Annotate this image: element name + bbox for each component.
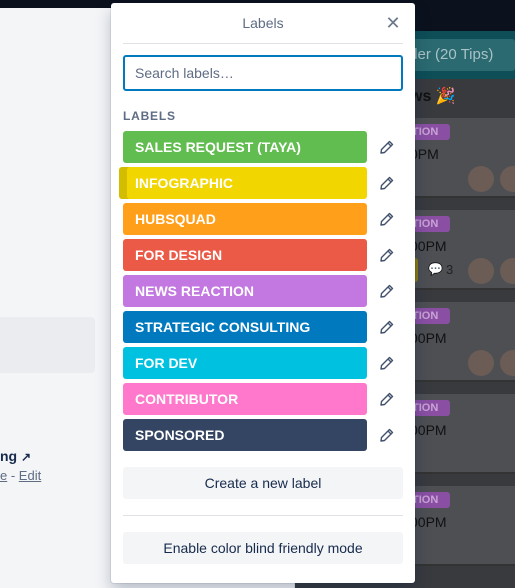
board-card[interactable]: TION 00PM xyxy=(410,302,515,382)
avatar xyxy=(500,258,515,284)
card-time: 00PM xyxy=(410,422,447,438)
column-title: ws 🎉 xyxy=(410,88,456,105)
board-card[interactable]: TION 00PM 💬 3 xyxy=(410,210,515,290)
link-row: e - Edit xyxy=(0,468,42,483)
labels-popover: Labels ✕ LABELS SALES REQUEST (TAYA) INFO… xyxy=(111,3,415,583)
edit-pencil-icon[interactable] xyxy=(377,173,397,193)
avatar xyxy=(468,258,494,284)
avatar xyxy=(500,350,515,376)
section-label: LABELS xyxy=(123,109,176,123)
label-row: HUBSQUAD xyxy=(123,203,403,235)
card-label: TION xyxy=(410,308,450,324)
edit-pencil-icon[interactable] xyxy=(377,353,397,373)
label-row: STRATEGIC CONSULTING xyxy=(123,311,403,343)
comment-count: 3 xyxy=(446,262,454,277)
edit-pencil-icon[interactable] xyxy=(377,209,397,229)
label-chip[interactable]: NEWS REACTION xyxy=(123,275,367,307)
card-time: 00PM xyxy=(410,514,447,530)
edit-pencil-icon[interactable] xyxy=(377,317,397,337)
create-label-button[interactable]: Create a new label xyxy=(123,467,403,499)
edit-pencil-icon[interactable] xyxy=(377,137,397,157)
card-label: TION xyxy=(410,124,450,140)
board-card[interactable]: TION 00PM xyxy=(410,486,515,566)
close-icon[interactable]: ✕ xyxy=(383,13,403,33)
edit-pencil-icon[interactable] xyxy=(377,281,397,301)
edit-pencil-icon[interactable] xyxy=(377,245,397,265)
label-chip[interactable]: SPONSORED xyxy=(123,419,367,451)
divider xyxy=(123,43,403,44)
divider xyxy=(123,515,403,516)
comment-icon: 💬 xyxy=(428,262,443,276)
label-chip[interactable]: CONTRIBUTOR xyxy=(123,383,367,415)
card-label: TION xyxy=(410,216,450,232)
card-time: 00PM xyxy=(410,238,447,254)
label-row: CONTRIBUTOR xyxy=(123,383,403,415)
card-time: 00PM xyxy=(410,330,447,346)
board-card[interactable]: TION 0PM xyxy=(410,118,515,198)
edit-pencil-icon[interactable] xyxy=(377,425,397,445)
avatar xyxy=(500,166,515,192)
edit-pencil-icon[interactable] xyxy=(377,389,397,409)
content-block xyxy=(0,317,95,373)
label-row: FOR DEV xyxy=(123,347,403,379)
label-chip[interactable]: INFOGRAPHIC xyxy=(119,167,367,199)
label-chip[interactable]: SALES REQUEST (TAYA) xyxy=(123,131,367,163)
avatar xyxy=(468,166,494,192)
card-label: TION xyxy=(410,492,450,508)
external-link-icon[interactable]: ↗ xyxy=(21,450,31,464)
avatar xyxy=(468,350,494,376)
label-chip[interactable]: FOR DESIGN xyxy=(123,239,367,271)
board-card[interactable]: TION 00PM xyxy=(410,394,515,474)
label-chip[interactable]: HUBSQUAD xyxy=(123,203,367,235)
search-labels-input[interactable] xyxy=(123,55,403,91)
edit-link[interactable]: Edit xyxy=(19,468,41,483)
popover-title: Labels xyxy=(242,15,284,31)
label-row: FOR DESIGN xyxy=(123,239,403,271)
label-row: SALES REQUEST (TAYA) xyxy=(123,131,403,163)
label-chip[interactable]: FOR DEV xyxy=(123,347,367,379)
label-row: NEWS REACTION xyxy=(123,275,403,307)
color-blind-mode-button[interactable]: Enable color blind friendly mode xyxy=(123,532,403,564)
label-row: SPONSORED xyxy=(123,419,403,451)
label-row: INFOGRAPHIC xyxy=(119,167,403,199)
link[interactable]: e xyxy=(0,468,7,483)
label-chip[interactable]: STRATEGIC CONSULTING xyxy=(123,311,367,343)
card-label: TION xyxy=(410,400,450,416)
section-heading: ng ↗ xyxy=(0,448,32,464)
